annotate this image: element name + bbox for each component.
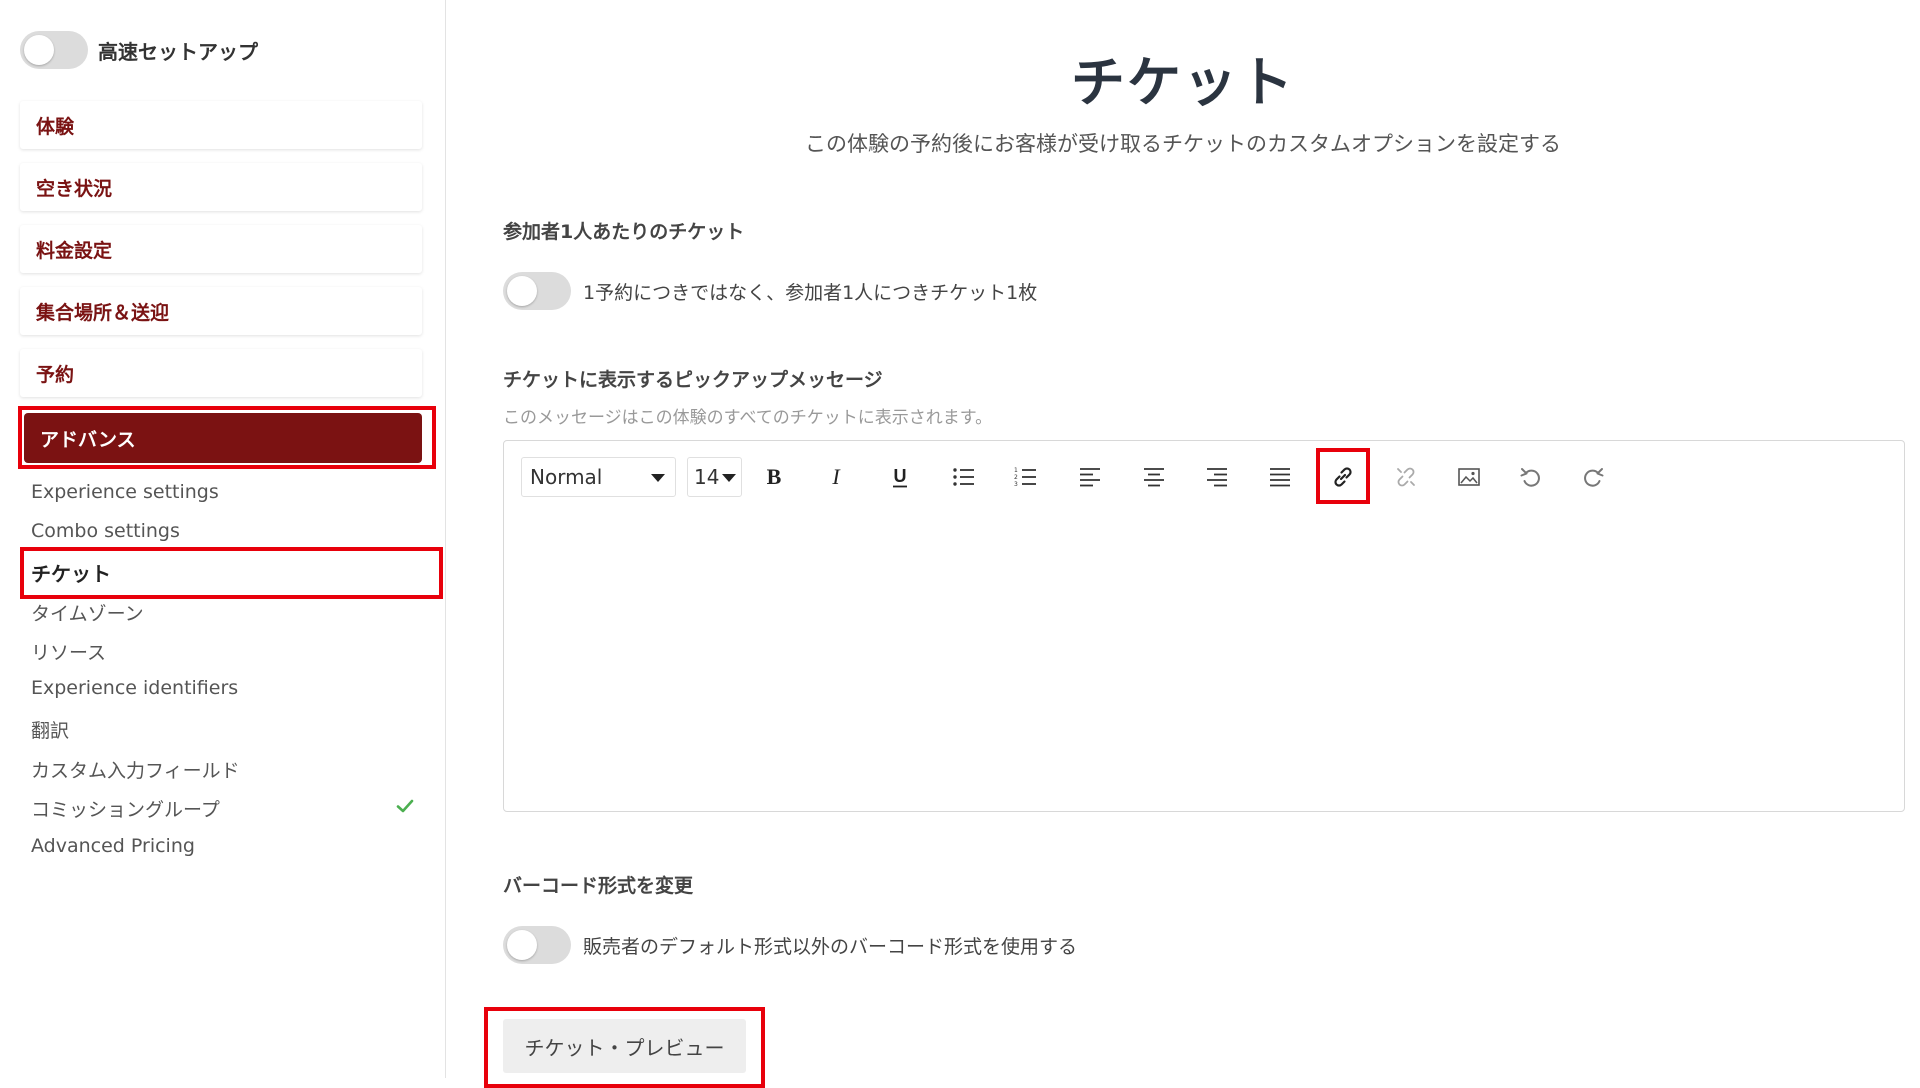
insert-image-button[interactable] [1449,457,1489,497]
sub-experience-identifiers[interactable]: Experience identifiers [31,677,238,699]
bullet-list-button[interactable] [944,457,984,497]
highlight-link-button [1316,448,1370,504]
align-right-icon [1207,468,1227,487]
nav-availability[interactable]: 空き状況 [20,163,422,211]
highlight-preview-button [484,1007,765,1088]
justify-icon [1270,468,1290,487]
quick-setup-label: 高速セットアップ [98,39,258,64]
bold-icon: B [767,464,782,489]
bullet-list-icon [953,468,974,486]
nav-pricing[interactable]: 料金設定 [20,225,422,273]
redo-button[interactable] [1573,457,1613,497]
barcode-toggle[interactable] [503,926,571,964]
nav-label: 集合場所＆送迎 [36,301,170,324]
svg-text:I: I [831,464,841,489]
sub-commission-groups[interactable]: コミッショングループ [31,795,220,822]
image-icon [1458,468,1480,486]
barcode-label: 販売者のデフォルト形式以外のバーコード形式を使用する [583,935,1078,958]
svg-text:3: 3 [1014,481,1018,488]
pickup-message-heading: チケットに表示するピックアップメッセージ [503,369,883,391]
chevron-down-icon [651,474,665,482]
sub-experience-settings[interactable]: Experience settings [31,481,219,503]
undo-button[interactable] [1511,457,1551,497]
sub-resources[interactable]: リソース [31,638,106,665]
barcode-row: 販売者のデフォルト形式以外のバーコード形式を使用する [503,926,1077,964]
nav-meeting-point[interactable]: 集合場所＆送迎 [20,287,422,335]
sub-translation[interactable]: 翻訳 [31,716,69,743]
underline-icon: U [893,466,907,488]
align-right-button[interactable] [1197,457,1237,497]
align-left-icon [1080,468,1100,487]
quick-setup-row: 高速セットアップ [20,30,258,70]
toggle-knob [507,276,537,306]
italic-button[interactable]: I [816,457,856,497]
sub-timezone[interactable]: タイムゾーン [31,599,144,626]
undo-icon [1520,468,1540,487]
highlight-advanced [18,406,436,469]
nav-label: 予約 [36,363,75,386]
chevron-down-icon [722,474,736,482]
align-center-icon [1144,468,1164,487]
svg-text:U: U [894,466,907,486]
nav-label: 体験 [36,115,75,138]
quick-setup-toggle[interactable] [20,31,88,69]
style-select-value: Normal [530,465,603,489]
font-size-value: 14 [694,465,720,489]
nav-booking[interactable]: 予約 [20,349,422,397]
sub-combo-settings[interactable]: Combo settings [31,520,180,542]
page-subtitle: この体験の予約後にお客様が受け取るチケットのカスタムオプションを設定する [805,132,1561,156]
toggle-knob [24,35,54,65]
per-participant-label: 1予約につきではなく、参加者1人につきチケット1枚 [583,281,1038,304]
svg-text:2: 2 [1014,474,1018,481]
rich-text-editor[interactable]: Normal 14 B I U 123 [503,440,1905,812]
numbered-list-icon: 123 [1014,467,1036,488]
italic-icon: I [831,464,841,489]
per-participant-row: 1予約につきではなく、参加者1人につきチケット1枚 [503,272,1037,310]
numbered-list-button[interactable]: 123 [1006,457,1046,497]
nav-label: 料金設定 [36,239,113,262]
justify-button[interactable] [1260,457,1300,497]
sidebar: 高速セットアップ 体験 空き状況 料金設定 集合場所＆送迎 予約 アドバンス E… [0,0,446,1078]
underline-button[interactable]: U [880,457,920,497]
pickup-message-hint: このメッセージはこの体験のすべてのチケットに表示されます。 [503,408,993,428]
highlight-tickets [20,547,443,599]
sub-advanced-pricing[interactable]: Advanced Pricing [31,835,195,857]
font-size-select[interactable]: 14 [687,457,742,497]
unlink-icon [1397,467,1415,487]
per-participant-toggle[interactable] [503,272,571,310]
unlink-button[interactable] [1386,457,1426,497]
redo-icon [1584,468,1604,487]
page-title: チケット [1071,51,1295,114]
bold-button[interactable]: B [754,457,794,497]
nav-experience[interactable]: 体験 [20,101,422,149]
check-icon [396,799,414,813]
barcode-heading: バーコード形式を変更 [503,875,694,897]
toggle-knob [507,930,537,960]
style-select[interactable]: Normal [521,457,676,497]
align-left-button[interactable] [1070,457,1110,497]
sub-custom-fields[interactable]: カスタム入力フィールド [31,756,240,783]
per-participant-heading: 参加者1人あたりのチケット [503,221,745,243]
svg-text:B: B [767,464,782,489]
align-center-button[interactable] [1134,457,1174,497]
nav-label: 空き状況 [36,177,113,200]
svg-text:1: 1 [1014,467,1018,474]
